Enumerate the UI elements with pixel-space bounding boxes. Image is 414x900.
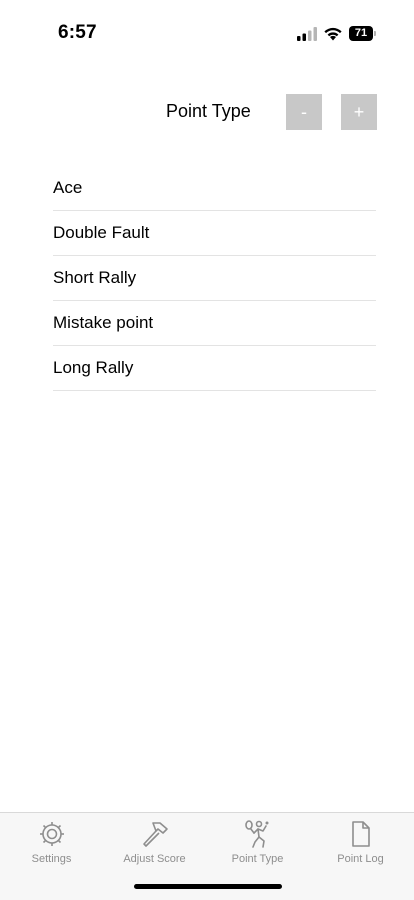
tab-point-type[interactable]: Point Type — [206, 819, 309, 865]
tennis-player-icon — [244, 820, 268, 848]
tab-label: Settings — [31, 853, 72, 865]
cellular-signal-icon — [297, 27, 317, 41]
battery-cap — [374, 31, 376, 36]
tab-label: Adjust Score — [123, 853, 186, 865]
home-indicator — [134, 884, 282, 889]
tab-point-log[interactable]: Point Log — [309, 819, 412, 865]
tab-label: Point Log — [337, 853, 384, 865]
point-type-screen: 6:57 71 Point Type - + Ace Double Fault … — [0, 0, 414, 900]
battery-level: 71 — [349, 26, 373, 41]
tab-adjust-score[interactable]: Adjust Score — [103, 819, 206, 865]
point-type-list: Ace Double Fault Short Rally Mistake poi… — [53, 166, 376, 391]
hammer-icon — [142, 822, 168, 847]
document-icon — [351, 821, 370, 847]
point-type-item-double-fault[interactable]: Double Fault — [53, 211, 376, 256]
tab-label: Point Type — [231, 853, 284, 865]
wifi-icon — [324, 27, 342, 41]
battery-icon: 71 — [349, 26, 377, 41]
point-type-item-ace[interactable]: Ace — [53, 166, 376, 211]
point-type-item-short-rally[interactable]: Short Rally — [53, 256, 376, 301]
increase-button[interactable]: + — [341, 94, 377, 130]
point-type-item-long-rally[interactable]: Long Rally — [53, 346, 376, 391]
status-bar: 6:57 71 — [0, 0, 414, 60]
status-time: 6:57 — [58, 22, 97, 43]
tab-settings[interactable]: Settings — [0, 819, 103, 865]
point-type-item-mistake-point[interactable]: Mistake point — [53, 301, 376, 346]
decrease-button[interactable]: - — [286, 94, 322, 130]
page-title: Point Type — [166, 101, 251, 121]
gear-icon — [39, 822, 64, 846]
